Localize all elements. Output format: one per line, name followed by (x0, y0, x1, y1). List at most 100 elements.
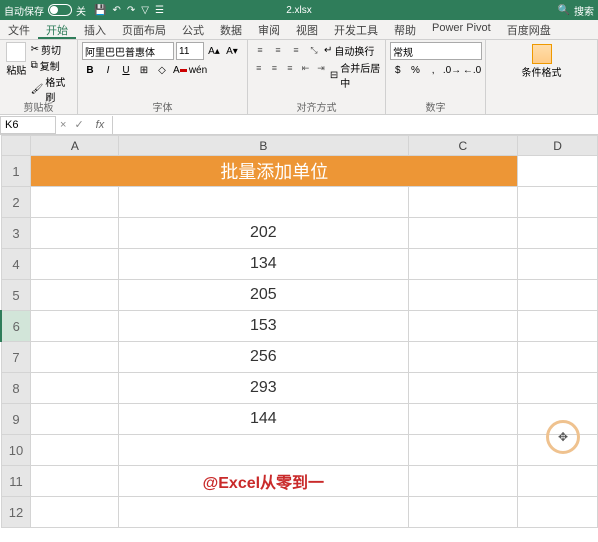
align-right-icon[interactable]: ≡ (283, 60, 297, 76)
cell[interactable] (31, 249, 119, 280)
merge-center-button[interactable]: ⊟合并后居中 (330, 60, 381, 90)
cell[interactable] (119, 497, 408, 528)
currency-icon[interactable]: $ (390, 62, 406, 78)
orientation-icon[interactable]: ⤡ (306, 42, 322, 58)
tab-公式[interactable]: 公式 (174, 20, 212, 39)
cell[interactable] (518, 249, 598, 280)
font-size-combo[interactable]: 11 (176, 42, 204, 60)
cell[interactable] (408, 497, 518, 528)
cell[interactable] (408, 249, 518, 280)
italic-button[interactable]: I (100, 62, 116, 78)
underline-button[interactable]: U (118, 62, 134, 78)
fx-icon[interactable]: fx (88, 119, 113, 131)
cell[interactable] (31, 342, 119, 373)
row-header-9[interactable]: 9 (1, 404, 31, 435)
cell[interactable] (31, 435, 119, 466)
col-header-B[interactable]: B (119, 136, 408, 156)
indent-inc-icon[interactable]: ⇥ (314, 60, 328, 76)
font-family-combo[interactable]: 阿里巴巴普惠体 (82, 42, 174, 60)
cell[interactable] (119, 187, 408, 218)
redo-icon[interactable]: ↷ (127, 5, 135, 16)
tab-插入[interactable]: 插入 (76, 20, 114, 39)
data-cell[interactable]: 293 (119, 373, 408, 404)
cell[interactable] (31, 466, 119, 497)
tab-开发工具[interactable]: 开发工具 (326, 20, 386, 39)
cell[interactable] (31, 497, 119, 528)
row-header-12[interactable]: 12 (1, 497, 31, 528)
cell[interactable] (408, 311, 518, 342)
cell[interactable] (408, 404, 518, 435)
tab-页面布局[interactable]: 页面布局 (114, 20, 174, 39)
cell[interactable] (518, 311, 598, 342)
row-header-2[interactable]: 2 (1, 187, 31, 218)
tab-帮助[interactable]: 帮助 (386, 20, 424, 39)
cell[interactable] (31, 373, 119, 404)
align-bottom-icon[interactable]: ≡ (288, 42, 304, 58)
enter-icon[interactable]: ✓ (70, 118, 87, 131)
filter-icon[interactable]: ▽ (141, 5, 149, 16)
cell[interactable] (518, 342, 598, 373)
watermark-cell[interactable]: @Excel从零到一 (119, 466, 408, 497)
save-icon[interactable]: 💾 (94, 5, 106, 16)
row-header-4[interactable]: 4 (1, 249, 31, 280)
cell[interactable] (518, 466, 598, 497)
autosave-toggle[interactable]: 自动保存 关 (4, 3, 86, 18)
row-header-10[interactable]: 10 (1, 435, 31, 466)
data-cell[interactable]: 202 (119, 218, 408, 249)
cell[interactable] (408, 187, 518, 218)
wrap-text-button[interactable]: ↵自动换行 (324, 42, 374, 58)
cell[interactable] (518, 218, 598, 249)
cell[interactable] (31, 404, 119, 435)
cell[interactable] (408, 280, 518, 311)
indent-dec-icon[interactable]: ⇤ (299, 60, 313, 76)
align-middle-icon[interactable]: ≡ (270, 42, 286, 58)
cell[interactable] (518, 373, 598, 404)
cell[interactable] (408, 342, 518, 373)
select-all-corner[interactable] (1, 136, 31, 156)
cell[interactable] (408, 218, 518, 249)
row-header-7[interactable]: 7 (1, 342, 31, 373)
cell[interactable] (408, 373, 518, 404)
col-header-D[interactable]: D (518, 136, 598, 156)
data-cell[interactable]: 205 (119, 280, 408, 311)
cell[interactable] (119, 435, 408, 466)
comma-icon[interactable]: , (425, 62, 441, 78)
touch-icon[interactable]: ☰ (155, 5, 164, 16)
tab-开始[interactable]: 开始 (38, 20, 76, 39)
decrease-font-icon[interactable]: A▾ (224, 43, 240, 59)
row-header-1[interactable]: 1 (1, 156, 31, 187)
cell[interactable] (31, 311, 119, 342)
cell[interactable] (31, 187, 119, 218)
percent-icon[interactable]: % (408, 62, 424, 78)
row-header-3[interactable]: 3 (1, 218, 31, 249)
name-box[interactable]: K6 (0, 116, 56, 134)
align-top-icon[interactable]: ≡ (252, 42, 268, 58)
font-color-button[interactable]: A (172, 62, 188, 78)
inc-decimal-icon[interactable]: .0→ (443, 62, 461, 78)
align-left-icon[interactable]: ≡ (252, 60, 266, 76)
data-cell[interactable]: 144 (119, 404, 408, 435)
border-button[interactable]: ⊞ (136, 62, 152, 78)
row-header-5[interactable]: 5 (1, 280, 31, 311)
conditional-format-button[interactable]: 条件格式 (490, 44, 593, 79)
phonetic-button[interactable]: wén (190, 62, 206, 78)
formula-bar[interactable] (112, 116, 598, 134)
tab-审阅[interactable]: 审阅 (250, 20, 288, 39)
cell[interactable] (408, 435, 518, 466)
tab-视图[interactable]: 视图 (288, 20, 326, 39)
row-header-11[interactable]: 11 (1, 466, 31, 497)
cell[interactable] (31, 280, 119, 311)
row-header-8[interactable]: 8 (1, 373, 31, 404)
tab-Power Pivot[interactable]: Power Pivot (424, 20, 499, 39)
cut-button[interactable]: ✂剪切 (31, 42, 73, 57)
bold-button[interactable]: B (82, 62, 98, 78)
data-cell[interactable]: 256 (119, 342, 408, 373)
copy-button[interactable]: ⧉复制 (31, 58, 73, 73)
search-icon[interactable]: 🔍 (558, 5, 570, 16)
dec-decimal-icon[interactable]: ←.0 (463, 62, 481, 78)
cell[interactable] (518, 156, 598, 187)
cell[interactable] (408, 466, 518, 497)
col-header-C[interactable]: C (408, 136, 518, 156)
col-header-A[interactable]: A (31, 136, 119, 156)
data-cell[interactable]: 153 (119, 311, 408, 342)
